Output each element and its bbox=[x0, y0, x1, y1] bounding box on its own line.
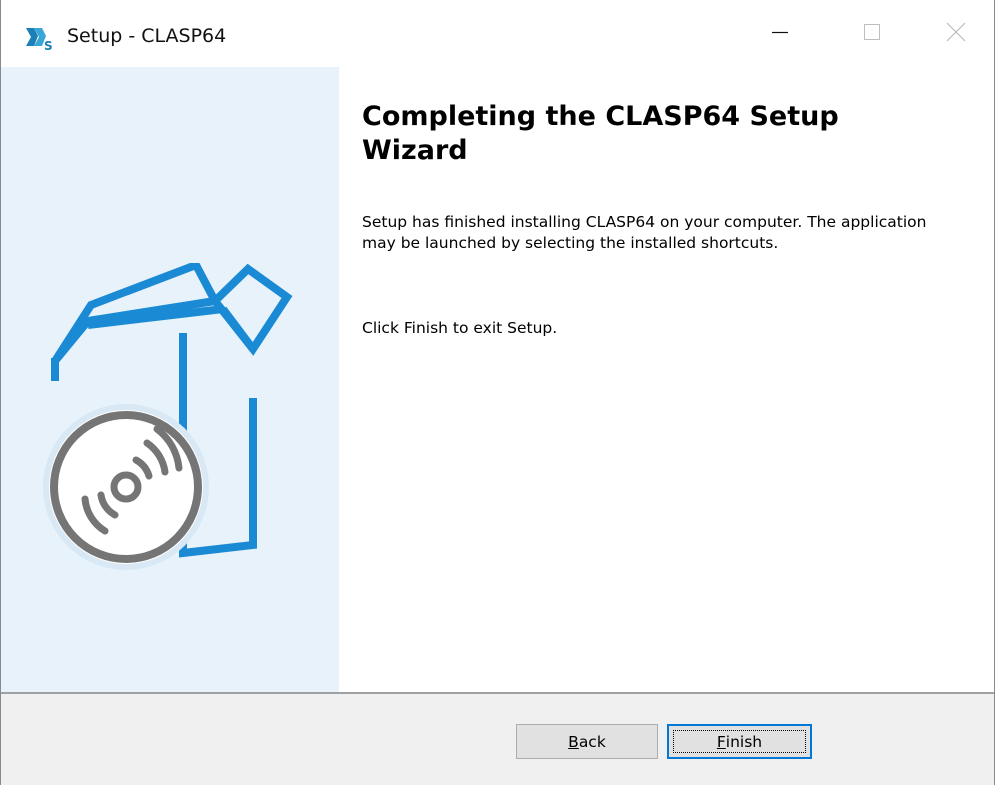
svg-text:S: S bbox=[44, 39, 53, 52]
back-label-rest: ack bbox=[578, 732, 606, 751]
maximize-icon bbox=[862, 22, 882, 46]
focus-rectangle bbox=[673, 730, 806, 753]
wizard-banner bbox=[1, 67, 339, 692]
setup-window: S Setup - CLASP64 Completing the CLASP64… bbox=[0, 0, 995, 785]
back-button[interactable]: Back bbox=[516, 724, 658, 759]
app-logo-icon: S bbox=[25, 24, 59, 53]
exit-instruction: Click Finish to exit Setup. bbox=[362, 319, 558, 337]
finish-button[interactable]: Finish bbox=[667, 724, 812, 759]
window-title: Setup - CLASP64 bbox=[67, 25, 227, 47]
minimize-button[interactable] bbox=[734, 0, 826, 67]
title-bar[interactable]: S Setup - CLASP64 bbox=[1, 0, 994, 67]
minimize-icon bbox=[770, 22, 790, 46]
back-mnemonic: B bbox=[568, 732, 579, 751]
wizard-content: Completing the CLASP64 Setup Wizard Setu… bbox=[362, 100, 972, 337]
page-title: Completing the CLASP64 Setup Wizard bbox=[362, 101, 839, 166]
close-button[interactable] bbox=[918, 0, 994, 67]
button-bar: Back Finish bbox=[1, 694, 994, 785]
close-icon bbox=[945, 21, 967, 47]
finished-message: Setup has finished installing CLASP64 on… bbox=[362, 213, 927, 252]
maximize-button[interactable] bbox=[826, 0, 918, 67]
box-with-disc-icon bbox=[43, 260, 305, 579]
